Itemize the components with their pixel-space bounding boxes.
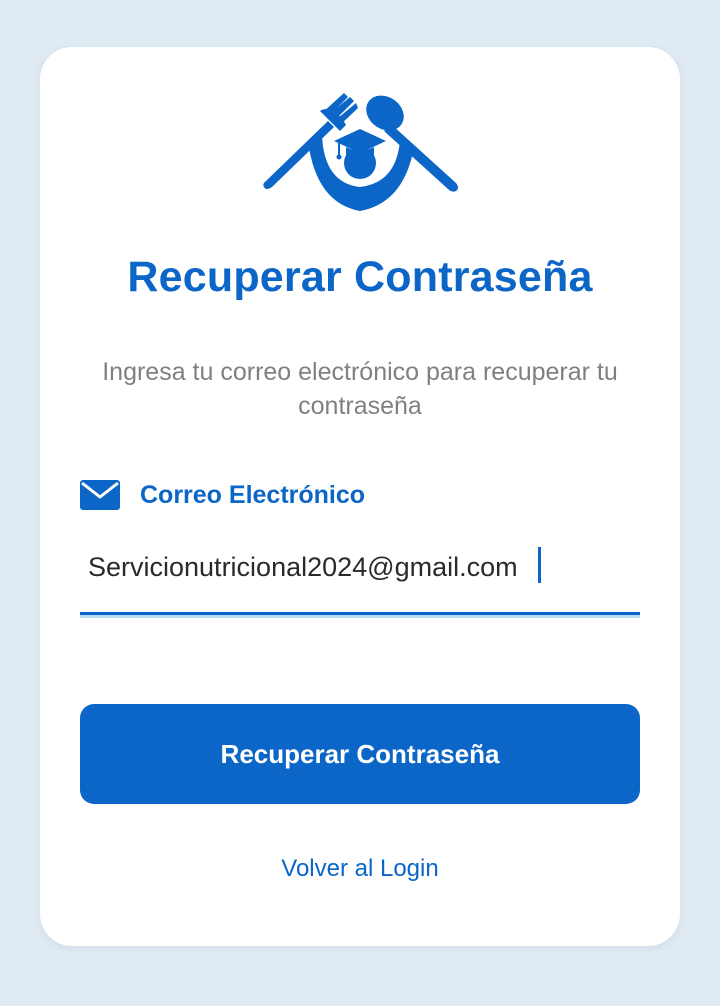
text-caret	[538, 547, 541, 583]
email-input-underline-shadow	[80, 615, 640, 618]
page-subtitle: Ingresa tu correo electrónico para recup…	[102, 358, 618, 420]
envelope-icon	[80, 480, 120, 510]
fork-spoon-graduate-icon	[263, 93, 458, 211]
email-input[interactable]	[80, 541, 640, 593]
back-to-login-link[interactable]: Volver al Login	[40, 855, 680, 883]
email-label-row: Correo Electrónico	[80, 477, 365, 513]
page-title: Recuperar Contraseña	[127, 253, 593, 301]
email-field-label: Correo Electrónico	[140, 480, 366, 509]
recover-password-card: Recuperar Contraseña Ingresa tu correo e…	[40, 47, 680, 946]
recover-password-button[interactable]: Recuperar Contraseña	[80, 704, 640, 804]
